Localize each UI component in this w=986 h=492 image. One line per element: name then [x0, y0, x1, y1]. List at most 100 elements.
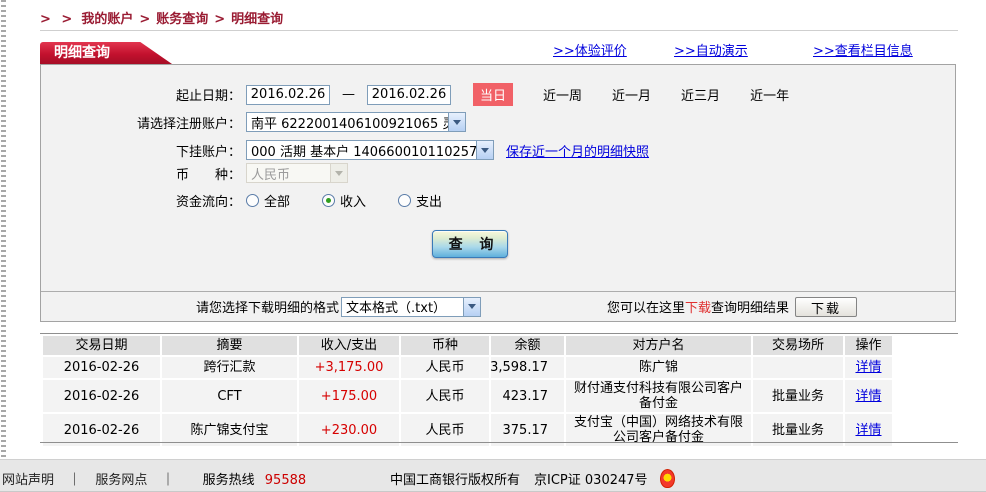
link-view-column-info[interactable]: >>查看栏目信息 — [813, 40, 913, 59]
table-cell-amount: +3,175.00 — [299, 357, 399, 378]
table-header-summary: 摘要 — [162, 336, 297, 355]
quick-range-month[interactable]: 近一月 — [612, 85, 651, 104]
sub-account-value: 000 活期 基本户 1406600101102571848 — [247, 141, 476, 160]
table-header-counterparty: 对方户名 — [566, 336, 751, 355]
table-cell-counterparty: 财付通支付科技有限公司客户备付金 — [566, 380, 751, 412]
flow-option-all-label: 全部 — [264, 191, 290, 210]
quick-range-today[interactable]: 当日 — [473, 83, 513, 106]
download-format-select[interactable]: 文本格式（.txt） — [341, 297, 481, 317]
footer-icp: 京ICP证 030247号 — [534, 469, 648, 488]
query-button[interactable]: 查 询 — [432, 230, 508, 258]
quick-range-week[interactable]: 近一周 — [543, 85, 582, 104]
table-header-date: 交易日期 — [43, 336, 160, 355]
detail-link[interactable]: 详情 — [855, 360, 881, 375]
quick-range-quarter[interactable]: 近三月 — [681, 85, 720, 104]
breadcrumb-separator: > — [139, 12, 150, 27]
currency-row: 币 种： 人民币 — [41, 163, 955, 183]
date-range-row: 起止日期： — 当日 近一周 近一月 近三月 近一年 — [41, 83, 955, 106]
footer-copyright: 中国工商银行版权所有 — [390, 469, 520, 488]
breadcrumb-account-query[interactable]: 账务查询 — [156, 12, 208, 27]
quick-range-year[interactable]: 近一年 — [750, 85, 789, 104]
table-header-amount: 收入/支出 — [299, 336, 399, 355]
footer-link-site-statement[interactable]: 网站声明 — [2, 473, 54, 488]
table-cell-balance: 3,598.17 — [491, 357, 564, 378]
footer-hotline-number: 95588 — [265, 473, 306, 488]
table-cell-place — [753, 357, 843, 378]
download-strip: 请您选择下载明细的格式 文本格式（.txt） 您可以在这里下载查询明细结果 下载 — [41, 291, 955, 321]
download-format-label: 请您选择下载明细的格式 — [196, 297, 339, 316]
register-account-label: 请选择注册账户： — [41, 113, 241, 132]
link-auto-demo[interactable]: >>自动演示 — [674, 40, 748, 59]
download-button[interactable]: 下载 — [795, 297, 857, 317]
sub-account-row: 下挂账户： 000 活期 基本户 1406600101102571848 保存近… — [41, 140, 955, 160]
chevron-down-icon — [463, 298, 480, 316]
table-cell-summary: 跨行汇款 — [162, 357, 297, 378]
flow-option-all[interactable]: 全部 — [246, 191, 290, 210]
fund-flow-row: 资金流向： 全部 收入 支出 — [41, 191, 955, 210]
breadcrumb-detail-query[interactable]: 明细查询 — [231, 12, 283, 27]
download-format-value: 文本格式（.txt） — [342, 297, 463, 316]
radio-unselected-icon — [398, 194, 411, 207]
table-cell-amount: +175.00 — [299, 380, 399, 412]
radio-unselected-icon — [246, 194, 259, 207]
table-header-currency: 币种 — [401, 336, 489, 355]
download-hint-red: 下载 — [685, 301, 711, 316]
flow-option-income[interactable]: 收入 — [322, 191, 366, 210]
left-dotted-border — [1, 0, 6, 459]
breadcrumb-separator: > — [214, 12, 225, 27]
date-range-label: 起止日期： — [41, 85, 241, 104]
footer-link-service-outlets[interactable]: 服务网点 — [95, 473, 147, 488]
table-cell-place: 批量业务 — [753, 380, 843, 412]
register-account-select[interactable]: 南平 6222001406100921065 灵通卡 — [246, 112, 466, 132]
breadcrumb-my-account[interactable]: 我的账户 — [81, 12, 133, 27]
table-cell-date: 2016-02-26 — [43, 357, 160, 378]
footer: 网站声明 ｜ 服务网点 ｜ 服务热线 95588 中国工商银行版权所有 京ICP… — [0, 459, 986, 492]
sub-account-label: 下挂账户： — [41, 141, 241, 160]
fund-flow-label: 资金流向： — [41, 191, 241, 210]
detail-link[interactable]: 详情 — [855, 423, 881, 438]
table-bottom-line — [40, 442, 958, 443]
currency-value: 人民币 — [247, 164, 330, 183]
detail-link[interactable]: 详情 — [855, 389, 881, 404]
breadcrumb-prefix: > > — [40, 12, 75, 27]
query-panel: 起止日期： — 当日 近一周 近一月 近三月 近一年 请选择注册账户： 南平 6… — [40, 64, 956, 322]
register-account-row: 请选择注册账户： 南平 6222001406100921065 灵通卡 — [41, 112, 955, 132]
flow-option-expense-label: 支出 — [416, 191, 442, 210]
chevron-down-icon — [448, 113, 465, 131]
breadcrumb: > > 我的账户 > 账务查询 > 明细查询 — [40, 8, 283, 27]
currency-select-disabled: 人民币 — [246, 163, 348, 183]
page: > > 我的账户 > 账务查询 > 明细查询 明细查询 >>体验评价 >>自动演示 >>查… — [0, 0, 986, 492]
transaction-table: 交易日期 摘要 收入/支出 币种 余额 对方户名 交易场所 操作 2016-02… — [43, 336, 892, 446]
date-from-input[interactable] — [246, 85, 330, 105]
chevron-down-icon — [476, 141, 493, 159]
link-experience-rating[interactable]: >>体验评价 — [553, 40, 627, 59]
table-cell-currency: 人民币 — [401, 357, 489, 378]
query-button-row: 查 询 — [13, 230, 927, 258]
table-header-action: 操作 — [845, 336, 892, 355]
footer-separator: ｜ — [68, 473, 81, 488]
chevron-down-icon — [330, 164, 347, 182]
table-cell-summary: CFT — [162, 380, 297, 412]
register-account-value: 南平 6222001406100921065 灵通卡 — [247, 113, 448, 132]
table-top-line — [40, 333, 958, 334]
breadcrumb-divider — [40, 30, 958, 31]
download-hint-pre: 您可以在这里 — [607, 301, 685, 316]
table-header-place: 交易场所 — [753, 336, 843, 355]
table-cell-balance: 423.17 — [491, 380, 564, 412]
save-snapshot-link[interactable]: 保存近一个月的明细快照 — [506, 141, 649, 160]
table-cell-date: 2016-02-26 — [43, 380, 160, 412]
flow-option-expense[interactable]: 支出 — [398, 191, 442, 210]
tab-detail-query[interactable]: 明细查询 — [40, 42, 172, 64]
date-to-input[interactable] — [367, 85, 451, 105]
sub-account-select[interactable]: 000 活期 基本户 1406600101102571848 — [246, 140, 494, 160]
currency-label: 币 种： — [41, 164, 241, 183]
download-hint: 您可以在这里下载查询明细结果 — [607, 297, 789, 316]
footer-hotline-label: 服务热线 — [203, 473, 255, 488]
table-cell-currency: 人民币 — [401, 380, 489, 412]
radio-selected-icon — [322, 194, 335, 207]
footer-separator: ｜ — [161, 473, 174, 488]
security-badge-icon — [660, 469, 675, 488]
download-hint-post: 查询明细结果 — [711, 301, 789, 316]
table-header-balance: 余额 — [491, 336, 564, 355]
table-cell-counterparty: 陈广锦 — [566, 357, 751, 378]
